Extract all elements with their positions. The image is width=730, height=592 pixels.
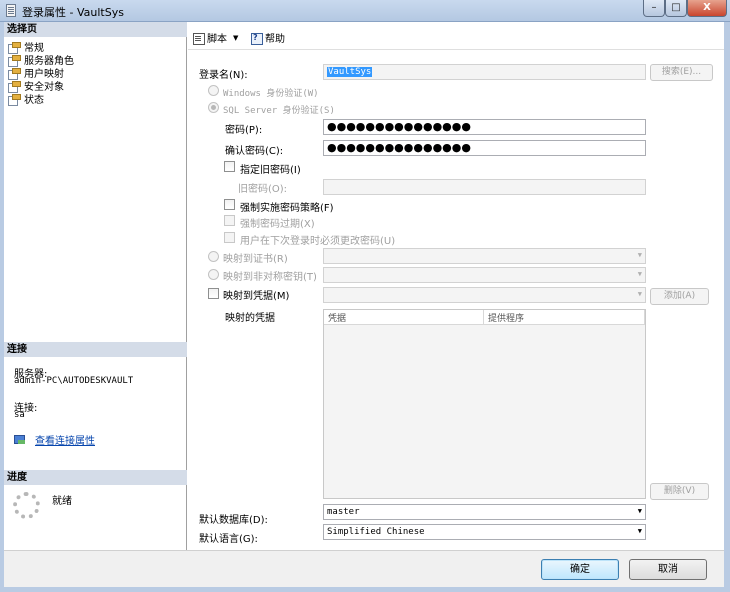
search-button[interactable]: 搜索(E)...	[650, 64, 713, 81]
script-button[interactable]: 脚本 ▼	[192, 30, 238, 45]
enforce-expiration-label: 强制密码过期(X)	[240, 219, 315, 230]
login-name-field[interactable]: VaultSys	[323, 64, 646, 80]
page-icon	[8, 67, 21, 80]
connection-header: 连接	[4, 342, 187, 357]
page-icon	[8, 80, 21, 93]
enforce-policy-checkbox[interactable]	[224, 199, 235, 210]
sql-auth-radio[interactable]	[208, 102, 219, 113]
map-to-asym-key-radio[interactable]	[208, 269, 219, 280]
remove-button[interactable]: 删除(V)	[650, 483, 709, 500]
title-bar: 登录属性 - VaultSys – □ X	[0, 0, 730, 22]
chevron-down-icon: ▼	[637, 527, 642, 535]
progress-header: 进度	[4, 470, 187, 485]
page-icon	[8, 41, 21, 54]
default-language-label: 默认语言(G):	[199, 534, 258, 545]
default-language-value: Simplified Chinese	[327, 527, 425, 537]
chevron-down-icon: ▼	[637, 507, 642, 515]
map-to-asym-key-label: 映射到非对称密钥(T)	[223, 272, 317, 283]
window-frame-right	[724, 22, 730, 592]
help-button[interactable]: 帮助	[250, 30, 285, 45]
enforce-policy-label: 强制实施密码策略(F)	[240, 203, 334, 214]
login-name-value: VaultSys	[327, 67, 373, 77]
connection-properties-icon	[14, 434, 26, 445]
ok-button[interactable]: 确定	[541, 559, 619, 580]
select-page-header: 选择页	[4, 22, 187, 37]
specify-old-password-checkbox[interactable]	[224, 161, 235, 172]
page-item-status[interactable]: 状态	[8, 92, 74, 106]
document-icon	[6, 4, 16, 17]
password-label: 密码(P):	[225, 125, 263, 136]
must-change-label: 用户在下次登录时必须更改密码(U)	[240, 236, 396, 247]
chevron-down-icon[interactable]: ▼	[233, 34, 238, 42]
specify-old-password-label: 指定旧密码(I)	[240, 165, 301, 176]
dialog-button-bar: 确定 取消	[4, 550, 724, 587]
asym-key-combo[interactable]: ▼	[323, 267, 646, 283]
must-change-checkbox[interactable]	[224, 232, 235, 243]
page-icon	[8, 54, 21, 67]
login-name-label: 登录名(N):	[199, 70, 248, 81]
close-button[interactable]: X	[687, 0, 727, 17]
mapped-credentials-grid[interactable]: 凭据 提供程序	[323, 309, 646, 499]
page-icon	[8, 93, 21, 106]
windows-auth-label: Windows 身份验证(W)	[223, 89, 319, 99]
view-connection-properties-link[interactable]: 查看连接属性	[14, 432, 95, 447]
toolbar: 脚本 ▼ 帮助	[188, 24, 724, 50]
grid-column-provider[interactable]: 提供程序	[484, 310, 645, 325]
minimize-button[interactable]: –	[643, 0, 665, 17]
window-frame-bottom	[0, 587, 730, 592]
old-password-field[interactable]	[323, 179, 646, 195]
page-list: 常规 服务器角色 用户映射 安全对象 状态	[8, 40, 74, 106]
map-to-credential-checkbox[interactable]	[208, 288, 219, 299]
password-field[interactable]: ●●●●●●●●●●●●●●●	[323, 119, 646, 135]
default-database-combo[interactable]: master ▼	[323, 504, 646, 520]
connection-value: sa	[14, 410, 25, 420]
confirm-password-label: 确认密码(C):	[225, 146, 284, 157]
chevron-down-icon: ▼	[637, 270, 642, 278]
help-icon	[250, 32, 263, 45]
page-item-label: 状态	[24, 95, 44, 106]
chevron-down-icon: ▼	[637, 290, 642, 298]
progress-status: 就绪	[52, 496, 72, 507]
script-label: 脚本	[207, 34, 227, 45]
cert-combo[interactable]: ▼	[323, 248, 646, 264]
chevron-down-icon: ▼	[637, 251, 642, 259]
enforce-expiration-checkbox[interactable]	[224, 215, 235, 226]
help-label: 帮助	[265, 34, 285, 45]
confirm-password-field[interactable]: ●●●●●●●●●●●●●●●	[323, 140, 646, 156]
left-pane: 选择页 常规 服务器角色 用户映射 安全对象 状态 连接 服务器: admin-…	[4, 22, 187, 550]
mapped-credentials-label: 映射的凭据	[225, 313, 275, 324]
maximize-button[interactable]: □	[665, 0, 687, 17]
map-to-cert-label: 映射到证书(R)	[223, 254, 288, 265]
window-title: 登录属性 - VaultSys	[22, 6, 124, 19]
right-pane: 脚本 ▼ 帮助 登录名(N): VaultSys 搜索(E)... Window…	[188, 22, 724, 550]
map-to-cert-radio[interactable]	[208, 251, 219, 262]
old-password-label: 旧密码(O):	[238, 184, 288, 195]
default-database-value: master	[327, 507, 360, 517]
sql-auth-label: SQL Server 身份验证(S)	[223, 106, 335, 116]
default-language-combo[interactable]: Simplified Chinese ▼	[323, 524, 646, 540]
script-icon	[192, 32, 205, 45]
spinner-icon	[13, 492, 40, 519]
server-value: admin-PC\AUTODESKVAULT	[14, 376, 134, 386]
map-to-credential-label: 映射到凭据(M)	[223, 291, 290, 302]
view-connection-properties-label: 查看连接属性	[35, 436, 95, 447]
add-button[interactable]: 添加(A)	[650, 288, 709, 305]
windows-auth-radio[interactable]	[208, 85, 219, 96]
credential-combo[interactable]: ▼	[323, 287, 646, 303]
cancel-button[interactable]: 取消	[629, 559, 707, 580]
default-database-label: 默认数据库(D):	[199, 515, 268, 526]
grid-column-credential[interactable]: 凭据	[324, 310, 484, 325]
